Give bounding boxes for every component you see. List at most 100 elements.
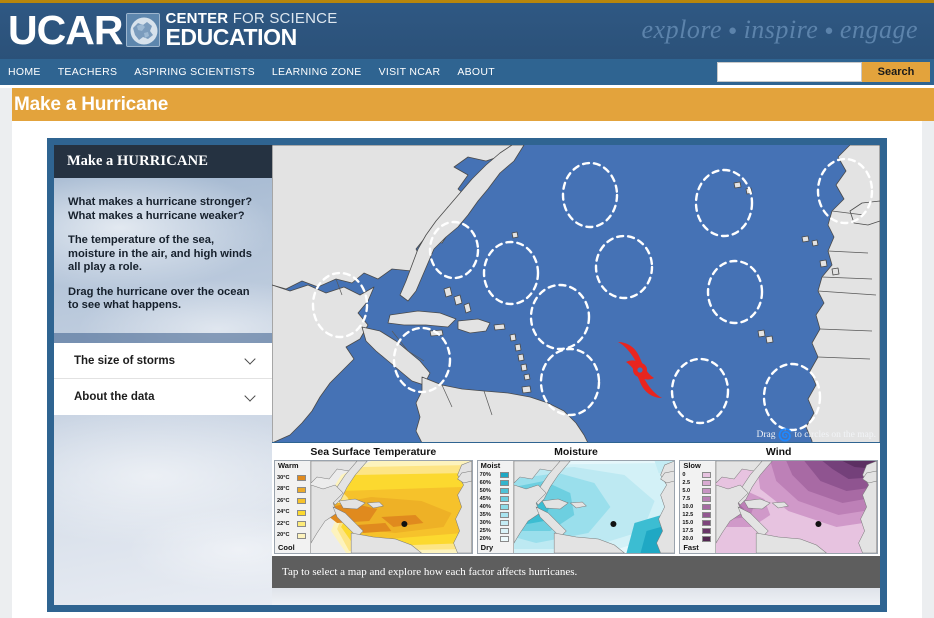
intro-p1-line1: What makes a hurricane stronger? [68,196,253,208]
factor-map-canvas-sst [311,461,472,553]
site-tagline: explore ● inspire ● engage [642,15,918,45]
center-for-science-education-wordmark: CENTER FOR SCIENCE EDUCATION [165,11,337,49]
legend-bottom-label-sst: Cool [278,542,295,552]
site-logo[interactable]: UCAR CENTER FOR SCIENCE EDUCATION [8,8,337,52]
legend-sea-surface-temperature: Warm 30°C 28°C 26°C 24°C 22°C 20°C Cool [275,461,311,553]
panel-divider [54,333,272,343]
nav-item-home[interactable]: HOME [8,66,41,78]
legend-swatch-sst-0 [297,475,306,482]
drag-hint: Drag 🌀 to circles on the map. [756,427,876,442]
intro-p3-line2: to see what happens. [68,299,182,311]
accordion-label-size-of-storms: The size of storms [74,354,175,367]
legend-swatch-moisture-6 [499,520,509,526]
legend-value-sst-0: 30°C [277,474,290,481]
widget-bottom-fade [272,588,880,605]
legend-value-wind-4: 10.0 [682,503,694,510]
legend-value-sst-1: 28°C [277,486,290,493]
legend-swatch-wind-0 [702,472,712,478]
legend-swatch-wind-2 [702,488,712,494]
legend-swatch-sst-3 [297,509,306,516]
legend-swatch-moisture-3 [499,496,509,502]
right-gutter [922,121,934,618]
page-title-band: Make a Hurricane [0,88,934,121]
intro-p2-line3: all play a role. [68,261,142,273]
widget-info-panel: Make a HURRICANE What makes a hurricane … [54,145,272,605]
legend-swatch-moisture-4 [499,504,509,510]
factor-map-moisture[interactable]: Moist 70% 60% 50% 45% 40% 35% 30% 25% 20… [476,460,676,554]
legend-swatch-sst-2 [297,498,306,505]
legend-swatch-wind-5 [702,512,712,518]
tagline-engage: engage [839,15,918,44]
legend-bottom-label-moisture: Dry [480,542,494,552]
title-left-gutter [0,88,12,121]
nav-item-teachers[interactable]: TEACHERS [58,66,118,78]
tagline-dot-2: ● [824,23,834,39]
legend-value-wind-5: 12.5 [682,511,694,518]
factor-map-canvas-wind [716,461,878,553]
nav-item-visit-ncar[interactable]: VISIT NCAR [379,66,441,78]
nav-item-learning-zone[interactable]: LEARNING ZONE [272,66,362,78]
legend-value-moisture-3: 45% [479,495,491,502]
widget-panel-header: Make a HURRICANE [54,145,272,178]
intro-p1-line2: What makes a hurricane weaker? [68,209,245,222]
ucar-wordmark: UCAR [8,7,123,53]
legend-swatch-moisture-0 [499,472,509,478]
legend-value-moisture-4: 40% [479,503,491,510]
brand-line2: EDUCATION [165,24,297,50]
page-title: Make a Hurricane [14,93,169,115]
legend-value-sst-3: 24°C [277,509,290,516]
factor-map-sea-surface-temperature[interactable]: Warm 30°C 28°C 26°C 24°C 22°C 20°C Cool [274,460,473,554]
legend-swatch-wind-6 [702,520,712,526]
intro-p2-line2: moisture in the air, and high winds [68,247,252,260]
legend-bottom-label-wind: Fast [683,542,699,552]
drag-hint-post: to circles on the map. [794,430,876,440]
tagline-explore: explore [641,15,723,44]
widget-map-column: Drag 🌀 to circles on the map. Sea Surfac… [272,145,880,605]
legend-value-moisture-0: 70% [479,471,491,478]
tagline-dot-1: ● [728,23,738,39]
widget-status-bar: Tap to select a map and explore how each… [272,556,880,588]
legend-swatch-wind-8 [702,536,712,542]
search-button[interactable]: Search [862,62,930,82]
primary-navigation: HOME TEACHERS ASPIRING SCIENTISTS LEARNI… [0,59,934,85]
legend-value-wind-8: 20.0 [682,535,694,542]
hurricane-icon: 🌀 [777,427,793,442]
factor-map-titles: Sea Surface Temperature Moisture Wind [272,444,880,460]
nav-item-list: HOME TEACHERS ASPIRING SCIENTISTS LEARNI… [8,59,495,85]
legend-swatch-moisture-8 [499,536,509,542]
legend-value-moisture-6: 30% [479,519,491,526]
make-a-hurricane-widget: Make a HURRICANE What makes a hurricane … [47,138,887,612]
legend-wind: Slow 0 2.5 5.0 7.5 10.0 12.5 15.0 17.5 2… [680,461,717,553]
legend-swatch-moisture-1 [499,480,509,486]
legend-value-wind-1: 2.5 [682,479,691,486]
legend-value-wind-2: 5.0 [682,487,691,494]
nav-item-about[interactable]: ABOUT [457,66,495,78]
legend-swatch-moisture-2 [499,488,509,494]
legend-value-sst-5: 20°C [277,532,290,539]
widget-intro-text: What makes a hurricane stronger? What ma… [54,178,272,333]
legend-swatch-sst-1 [297,486,306,493]
intro-paragraph-2: The temperature of the sea, moisture in … [68,234,258,275]
legend-value-sst-4: 22°C [277,520,290,527]
accordion-item-the-size-of-storms[interactable]: The size of storms [54,343,272,379]
factor-title-sea-surface-temperature: Sea Surface Temperature [310,446,437,458]
factor-maps-strip: Sea Surface Temperature Moisture Wind Wa… [272,444,880,556]
legend-swatch-wind-4 [702,504,712,510]
intro-p3-line1: Drag the hurricane over the ocean [68,285,250,298]
factor-map-wind[interactable]: Slow 0 2.5 5.0 7.5 10.0 12.5 15.0 17.5 2… [679,460,879,554]
legend-value-moisture-8: 20% [479,535,491,542]
legend-swatch-wind-7 [702,528,712,534]
status-message: Tap to select a map and explore how each… [282,566,578,578]
globe-north-america-icon [126,13,161,47]
legend-swatch-sst-4 [297,521,306,528]
accordion-item-about-the-data[interactable]: About the data [54,379,272,415]
search-input[interactable] [717,62,862,82]
main-atlantic-map[interactable]: Drag 🌀 to circles on the map. [272,145,880,443]
legend-value-wind-7: 17.5 [682,527,694,534]
legend-swatch-sst-5 [297,532,306,539]
legend-value-moisture-2: 50% [479,487,491,494]
chevron-down-icon [245,392,256,403]
legend-value-moisture-5: 35% [479,511,491,518]
drag-hint-pre: Drag [756,430,776,440]
nav-item-aspiring-scientists[interactable]: ASPIRING SCIENTISTS [134,66,255,78]
